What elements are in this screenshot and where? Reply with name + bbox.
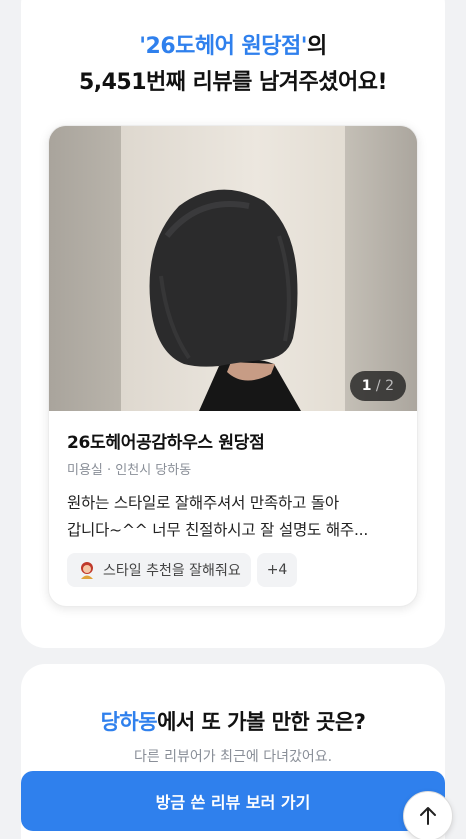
review-tag: 스타일 추천을 잘해줘요 (67, 553, 251, 587)
headline-suffix: 의 (306, 34, 327, 59)
arrow-up-icon (420, 807, 436, 825)
nearby-title: 당하동에서 또 가볼 만한 곳은? (21, 706, 445, 736)
photo-counter-total: 2 (385, 378, 394, 394)
photo-counter-current: 1 (361, 378, 372, 394)
meta-separator: · (102, 463, 116, 478)
headline-shop-name: '26도헤어 원당점' (139, 34, 307, 59)
more-tags-label: +4 (266, 562, 288, 578)
headline-count: 5,451번째 리뷰를 남겨주셨어요! (78, 70, 388, 95)
headline: '26도헤어 원당점'의 5,451번째 리뷰를 남겨주셨어요! (21, 29, 445, 101)
shop-meta: 미용실 · 인천시 당하동 (67, 459, 191, 478)
shop-category: 미용실 (67, 463, 103, 478)
stylist-emoji-icon (81, 562, 93, 579)
more-tags-badge[interactable]: +4 (256, 553, 298, 587)
review-text-line-1: 원하는 스타일로 잘해주셔서 만족하고 돌아 (67, 494, 339, 512)
shop-location: 인천시 당하동 (115, 463, 192, 478)
review-card[interactable]: 1 / 2 26도헤어공감하우스 원당점 미용실 · 인천시 당하동 원하는 스… (48, 125, 418, 607)
review-tag-label: 스타일 추천을 잘해줘요 (103, 563, 241, 579)
scroll-to-top-button[interactable] (403, 791, 453, 839)
review-photo[interactable]: 1 / 2 (49, 126, 417, 411)
nearby-subtitle: 다른 리뷰어가 최근에 다녀갔어요. (133, 749, 333, 765)
photo-counter: 1 / 2 (349, 371, 406, 401)
review-tags: 스타일 추천을 잘해줘요 +4 (67, 553, 298, 587)
review-text: 원하는 스타일로 잘해주셔서 만족하고 돌아 갑니다~^^ 너무 친절하시고 잘… (67, 490, 407, 544)
nearby-title-area: 당하동 (100, 710, 158, 734)
view-review-button[interactable]: 방금 쓴 리뷰 보러 가기 (21, 771, 445, 831)
nearby-title-rest: 에서 또 가볼 만한 곳은? (157, 710, 366, 734)
photo-counter-separator: / (371, 378, 386, 394)
review-text-line-2: 갑니다~^^ 너무 친절하시고 잘 설명도 해주... (67, 521, 369, 539)
shop-name[interactable]: 26도헤어공감하우스 원당점 (67, 428, 265, 453)
review-complete-card: '26도헤어 원당점'의 5,451번째 리뷰를 남겨주셨어요! 1 / 2 2… (21, 0, 445, 648)
hair-photo-illustration (149, 189, 301, 411)
